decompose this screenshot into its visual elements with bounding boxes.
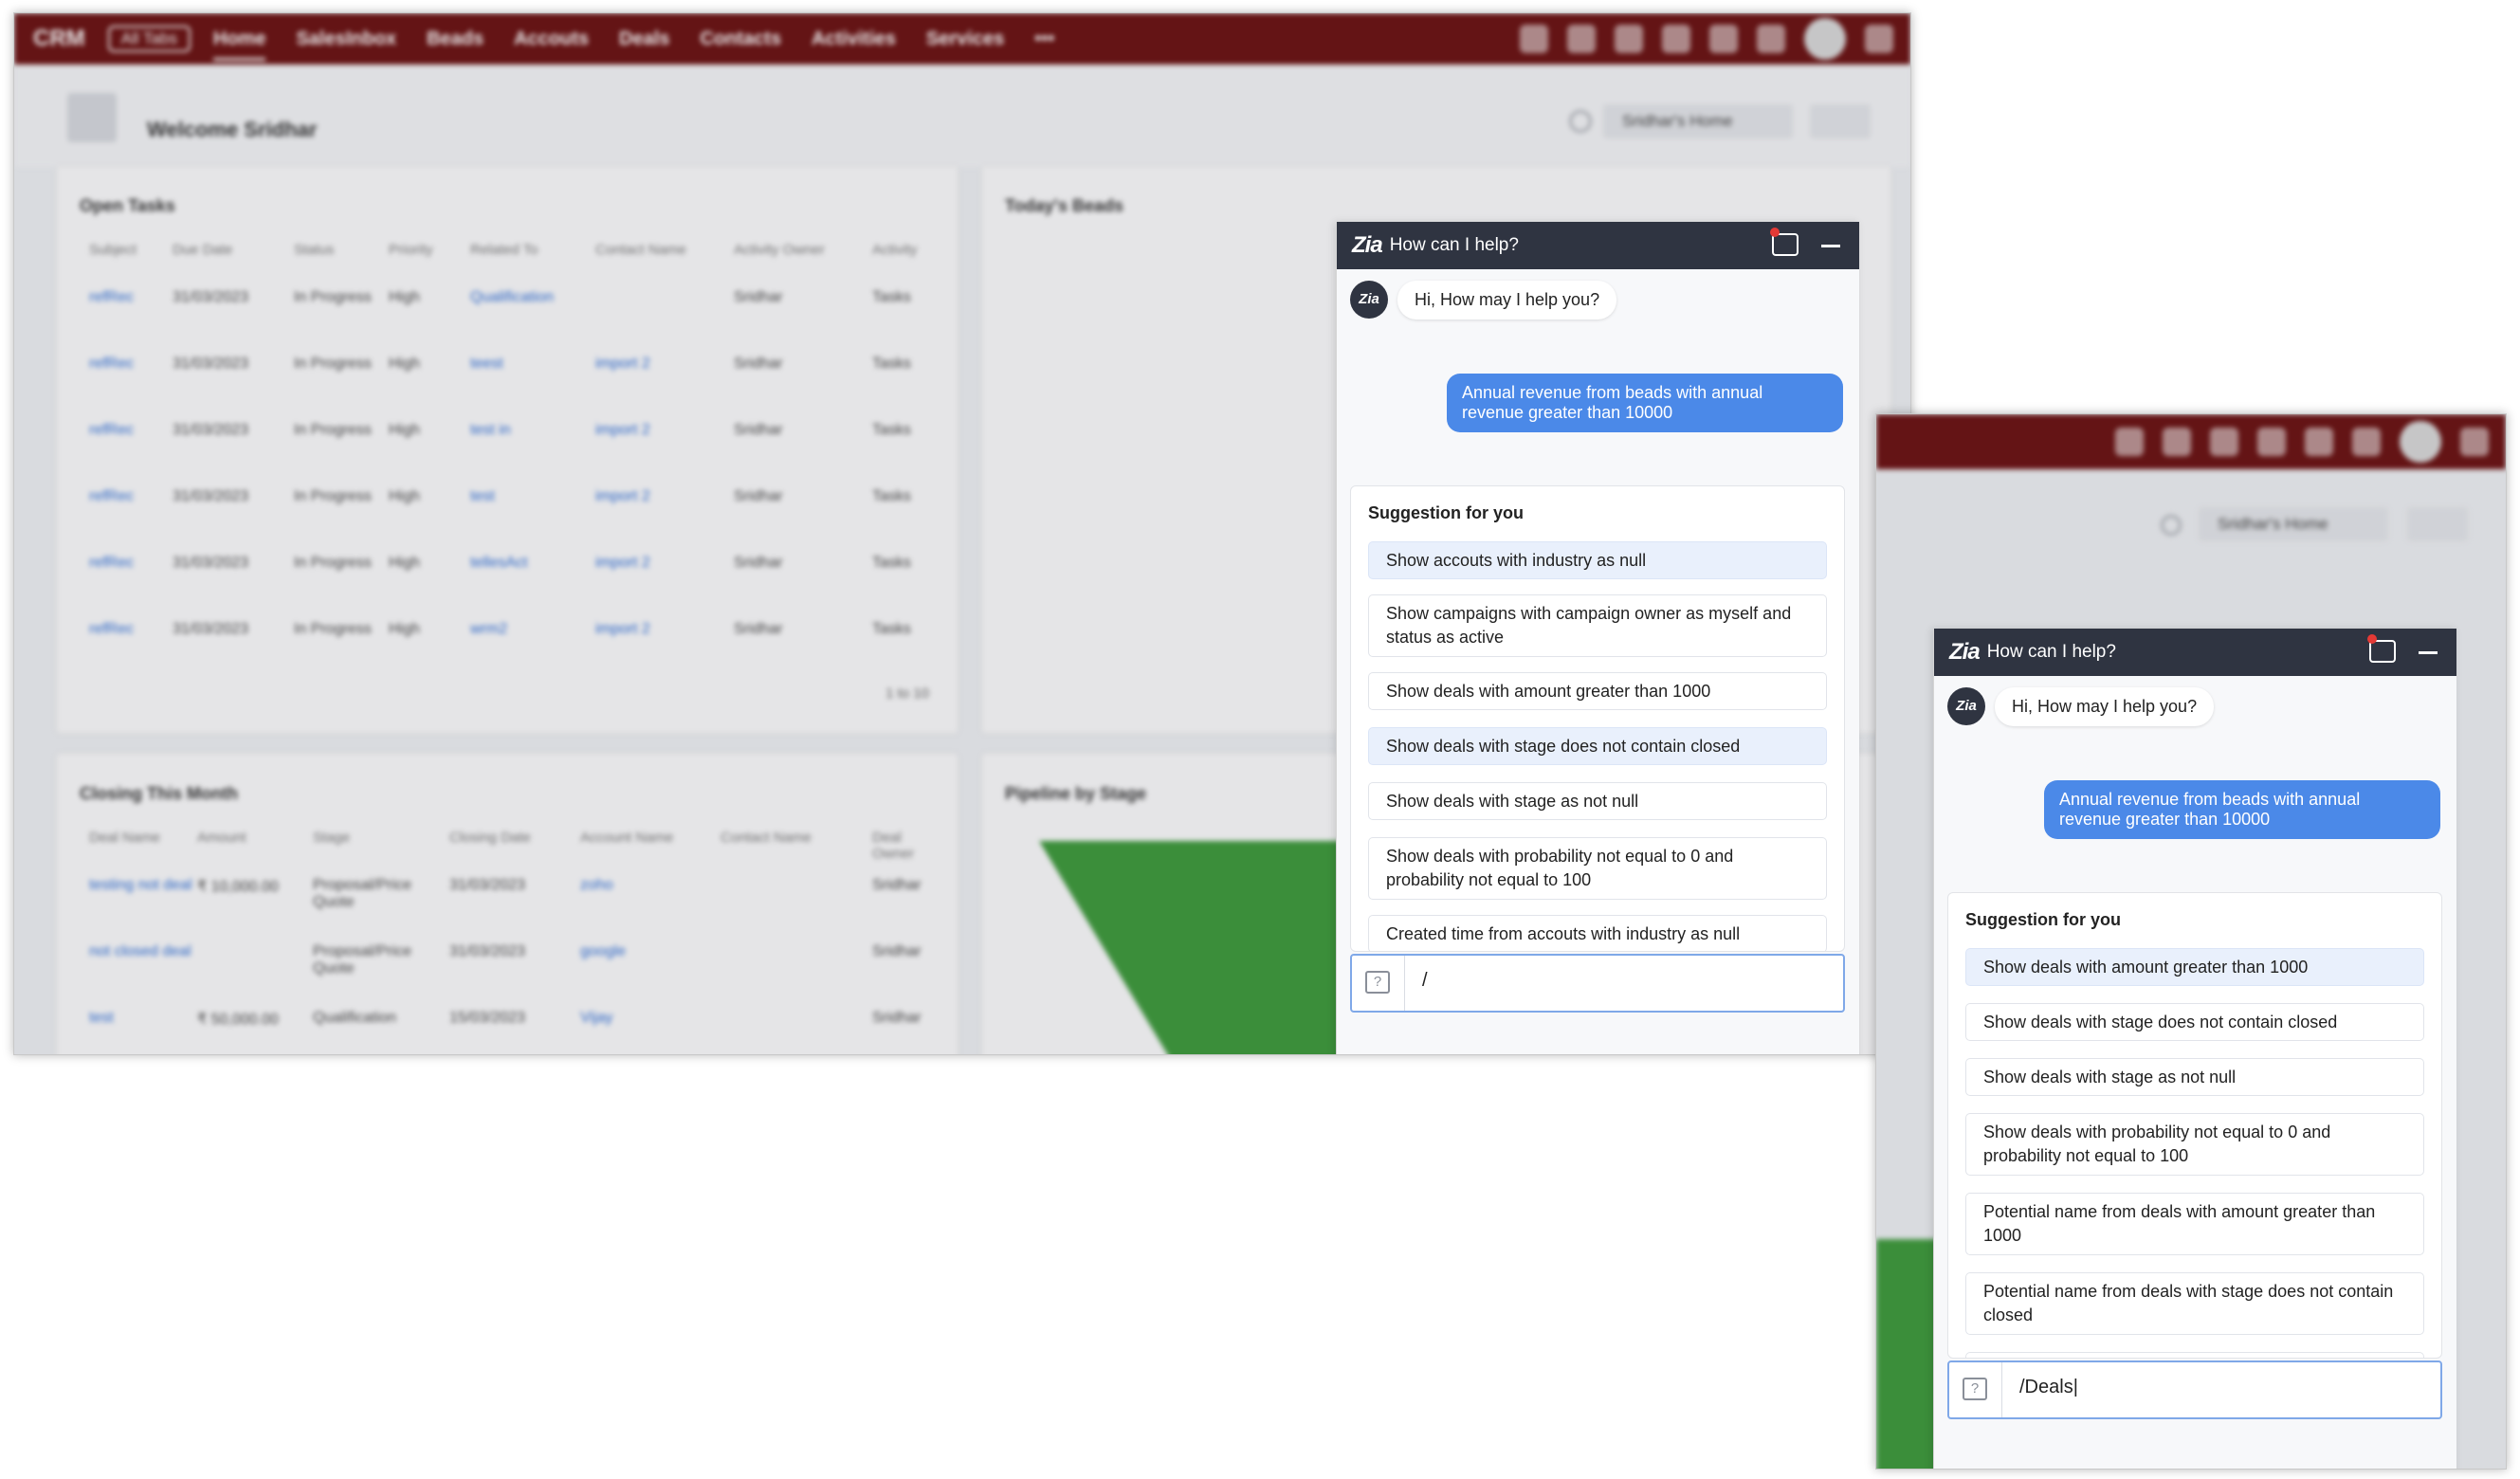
chat-input[interactable]: ? /Deals|: [1947, 1360, 2442, 1419]
zia-avatar: Zia: [1947, 687, 1985, 725]
suggestion-chip[interactable]: Show deals with probability not equal to…: [1368, 837, 1827, 900]
chat-header: Zia How can I help?: [1934, 629, 2456, 676]
minimize-icon[interactable]: [2419, 651, 2438, 654]
crm-window-main: CRM All Tabs Home SalesInbox Beads Accou…: [13, 12, 1911, 1055]
suggestion-chip[interactable]: Show deals with stage as not null: [1965, 1058, 2424, 1096]
help-icon[interactable]: ?: [1352, 956, 1405, 1011]
suggestion-title: Suggestion for you: [1368, 503, 1524, 522]
bot-greeting: Hi, How may I help you?: [1397, 281, 1617, 320]
zia-avatar: Zia: [1350, 281, 1388, 319]
suggestion-box: Suggestion for you Show deals with amoun…: [1947, 892, 2442, 1359]
crm-window-zoomed: Sridhar's Home Zia How can I help? Zia H…: [1875, 413, 2507, 1470]
zia-chat-panel: Zia How can I help? Zia Hi, How may I he…: [1336, 222, 1859, 1054]
chat-input-value: /: [1422, 970, 1428, 991]
suggestion-chip[interactable]: Show deals with amount greater than 1000: [1368, 672, 1827, 710]
chat-title: How can I help?: [1389, 235, 1519, 255]
suggestion-title: Suggestion for you: [1965, 910, 2121, 929]
zia-logo-icon: Zia: [1352, 232, 1383, 258]
suggestion-chip[interactable]: Potential name from deals with amount gr…: [1965, 1193, 2424, 1255]
notification-dot: [1770, 228, 1780, 237]
suggestion-box: Suggestion for you Show accouts with ind…: [1350, 485, 1845, 952]
suggestion-chip[interactable]: Show campaigns with campaign owner as my…: [1368, 594, 1827, 657]
notification-dot: [2367, 634, 2377, 644]
suggestion-chip[interactable]: Show deals with stage as not null: [1368, 782, 1827, 820]
chat-header: Zia How can I help?: [1337, 222, 1859, 269]
suggestion-chip-partial[interactable]: [1965, 1352, 2424, 1358]
suggestion-chip[interactable]: Show deals with probability not equal to…: [1965, 1113, 2424, 1176]
minimize-icon[interactable]: [1821, 245, 1840, 247]
chat-title: How can I help?: [1986, 642, 2116, 662]
suggestion-chip[interactable]: Show deals with amount greater than 1000: [1965, 948, 2424, 986]
suggestion-chip[interactable]: Show deals with stage does not contain c…: [1965, 1003, 2424, 1041]
suggestion-chip[interactable]: Created time from accouts with industry …: [1368, 915, 1827, 951]
user-query-bubble: Annual revenue from beads with annual re…: [1447, 374, 1843, 432]
zia-chat-panel: Zia How can I help? Zia Hi, How may I he…: [1933, 629, 2456, 1469]
chat-input-value: /Deals|: [2019, 1377, 2078, 1397]
user-query-bubble: Annual revenue from beads with annual re…: [2044, 780, 2440, 839]
chat-input[interactable]: ? /: [1350, 954, 1845, 1013]
suggestion-chip[interactable]: Show accouts with industry as null: [1368, 541, 1827, 579]
zia-logo-icon: Zia: [1949, 639, 1981, 665]
suggestion-chip[interactable]: Potential name from deals with stage doe…: [1965, 1272, 2424, 1335]
help-icon[interactable]: ?: [1949, 1362, 2002, 1417]
bot-greeting: Hi, How may I help you?: [1995, 687, 2215, 726]
suggestion-chip[interactable]: Show deals with stage does not contain c…: [1368, 727, 1827, 765]
